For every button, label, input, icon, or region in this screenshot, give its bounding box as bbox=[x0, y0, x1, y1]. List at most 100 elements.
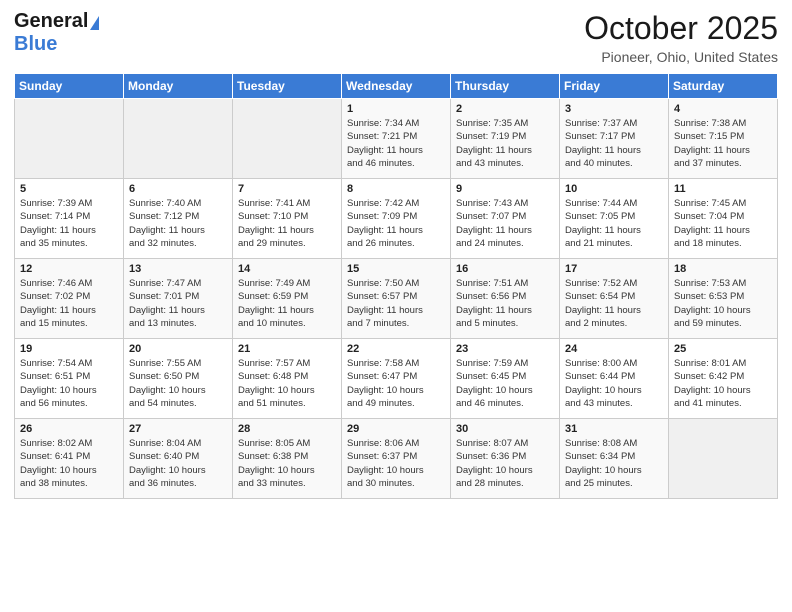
day-number: 22 bbox=[347, 343, 445, 355]
table-row: 5Sunrise: 7:39 AM Sunset: 7:14 PM Daylig… bbox=[15, 179, 124, 259]
col-friday: Friday bbox=[560, 74, 669, 99]
table-row: 18Sunrise: 7:53 AM Sunset: 6:53 PM Dayli… bbox=[669, 259, 778, 339]
day-number: 30 bbox=[456, 423, 554, 435]
day-number: 14 bbox=[238, 263, 336, 275]
calendar-table: Sunday Monday Tuesday Wednesday Thursday… bbox=[14, 73, 778, 499]
day-number: 24 bbox=[565, 343, 663, 355]
table-row bbox=[669, 419, 778, 499]
logo: General Blue bbox=[14, 10, 99, 56]
page-header: General Blue October 2025 Pioneer, Ohio,… bbox=[14, 10, 778, 65]
day-number: 31 bbox=[565, 423, 663, 435]
day-number: 8 bbox=[347, 183, 445, 195]
col-sunday: Sunday bbox=[15, 74, 124, 99]
day-info: Sunrise: 7:53 AM Sunset: 6:53 PM Dayligh… bbox=[674, 277, 772, 330]
table-row: 6Sunrise: 7:40 AM Sunset: 7:12 PM Daylig… bbox=[124, 179, 233, 259]
table-row: 9 Sunrise: 7:43 AM Sunset: 7:07 PM Daylig… bbox=[451, 179, 560, 259]
day-number: 29 bbox=[347, 423, 445, 435]
title-block: October 2025 Pioneer, Ohio, United State… bbox=[584, 10, 778, 65]
day-number: 3 bbox=[565, 103, 663, 115]
day-number: 16 bbox=[456, 263, 554, 275]
col-tuesday: Tuesday bbox=[233, 74, 342, 99]
day-info: Sunrise: 8:02 AM Sunset: 6:41 PM Dayligh… bbox=[20, 437, 118, 490]
table-row: 26 Sunrise: 8:02 AM Sunset: 6:41 PM Dayli… bbox=[15, 419, 124, 499]
day-number: 11 bbox=[674, 183, 772, 195]
logo-arrow-icon bbox=[90, 16, 99, 30]
day-number: 28 bbox=[238, 423, 336, 435]
table-row: 13 Sunrise: 7:47 AM Sunset: 7:01 PM Dayli… bbox=[124, 259, 233, 339]
day-info: Sunrise: 7:38 AM Sunset: 7:15 PM Dayligh… bbox=[674, 117, 772, 170]
day-number: 1 bbox=[347, 103, 445, 115]
table-row: 1 Sunrise: 7:34 AM Sunset: 7:21 PM Daylig… bbox=[342, 99, 451, 179]
day-info: Sunrise: 7:45 AM Sunset: 7:04 PM Dayligh… bbox=[674, 197, 772, 250]
logo-text-general: General bbox=[14, 10, 88, 33]
table-row: 2Sunrise: 7:35 AM Sunset: 7:19 PM Daylig… bbox=[451, 99, 560, 179]
table-row: 15 Sunrise: 7:50 AM Sunset: 6:57 PM Dayli… bbox=[342, 259, 451, 339]
day-info: Sunrise: 7:58 AM Sunset: 6:47 PM Dayligh… bbox=[347, 357, 445, 410]
table-row bbox=[233, 99, 342, 179]
day-number: 26 bbox=[20, 423, 118, 435]
day-info: Sunrise: 7:55 AM Sunset: 6:50 PM Dayligh… bbox=[129, 357, 227, 410]
calendar-header: Sunday Monday Tuesday Wednesday Thursday… bbox=[15, 74, 778, 99]
day-number: 9 bbox=[456, 183, 554, 195]
logo-text-blue: Blue bbox=[14, 33, 57, 55]
day-number: 6 bbox=[129, 183, 227, 195]
day-number: 19 bbox=[20, 343, 118, 355]
day-info: Sunrise: 7:46 AM Sunset: 7:02 PM Dayligh… bbox=[20, 277, 118, 330]
day-info: Sunrise: 8:05 AM Sunset: 6:38 PM Dayligh… bbox=[238, 437, 336, 490]
table-row: 23Sunrise: 7:59 AM Sunset: 6:45 PM Dayli… bbox=[451, 339, 560, 419]
table-row: 22 Sunrise: 7:58 AM Sunset: 6:47 PM Dayli… bbox=[342, 339, 451, 419]
day-info: Sunrise: 8:00 AM Sunset: 6:44 PM Dayligh… bbox=[565, 357, 663, 410]
table-row: 3 Sunrise: 7:37 AM Sunset: 7:17 PM Daylig… bbox=[560, 99, 669, 179]
day-number: 23 bbox=[456, 343, 554, 355]
table-row bbox=[15, 99, 124, 179]
table-row bbox=[124, 99, 233, 179]
day-number: 4 bbox=[674, 103, 772, 115]
day-info: Sunrise: 7:39 AM Sunset: 7:14 PM Dayligh… bbox=[20, 197, 118, 250]
col-thursday: Thursday bbox=[451, 74, 560, 99]
day-number: 25 bbox=[674, 343, 772, 355]
day-number: 17 bbox=[565, 263, 663, 275]
day-info: Sunrise: 7:52 AM Sunset: 6:54 PM Dayligh… bbox=[565, 277, 663, 330]
day-number: 10 bbox=[565, 183, 663, 195]
day-info: Sunrise: 8:04 AM Sunset: 6:40 PM Dayligh… bbox=[129, 437, 227, 490]
table-row: 24 Sunrise: 8:00 AM Sunset: 6:44 PM Dayli… bbox=[560, 339, 669, 419]
day-info: Sunrise: 7:50 AM Sunset: 6:57 PM Dayligh… bbox=[347, 277, 445, 330]
day-info: Sunrise: 7:35 AM Sunset: 7:19 PM Dayligh… bbox=[456, 117, 554, 170]
day-info: Sunrise: 7:43 AM Sunset: 7:07 PM Dayligh… bbox=[456, 197, 554, 250]
table-row: 30 Sunrise: 8:07 AM Sunset: 6:36 PM Dayli… bbox=[451, 419, 560, 499]
table-row: 12 Sunrise: 7:46 AM Sunset: 7:02 PM Dayli… bbox=[15, 259, 124, 339]
table-row: 17 Sunrise: 7:52 AM Sunset: 6:54 PM Dayli… bbox=[560, 259, 669, 339]
day-number: 12 bbox=[20, 263, 118, 275]
day-info: Sunrise: 7:34 AM Sunset: 7:21 PM Dayligh… bbox=[347, 117, 445, 170]
day-info: Sunrise: 7:51 AM Sunset: 6:56 PM Dayligh… bbox=[456, 277, 554, 330]
table-row: 4 Sunrise: 7:38 AM Sunset: 7:15 PM Daylig… bbox=[669, 99, 778, 179]
table-row: 21Sunrise: 7:57 AM Sunset: 6:48 PM Dayli… bbox=[233, 339, 342, 419]
table-row: 31 Sunrise: 8:08 AM Sunset: 6:34 PM Dayli… bbox=[560, 419, 669, 499]
calendar-body: 1 Sunrise: 7:34 AM Sunset: 7:21 PM Daylig… bbox=[15, 99, 778, 499]
day-number: 20 bbox=[129, 343, 227, 355]
day-info: Sunrise: 7:44 AM Sunset: 7:05 PM Dayligh… bbox=[565, 197, 663, 250]
day-number: 21 bbox=[238, 343, 336, 355]
page-title: October 2025 bbox=[584, 10, 778, 47]
table-row: 27Sunrise: 8:04 AM Sunset: 6:40 PM Dayli… bbox=[124, 419, 233, 499]
table-row: 16 Sunrise: 7:51 AM Sunset: 6:56 PM Dayli… bbox=[451, 259, 560, 339]
table-row: 25 Sunrise: 8:01 AM Sunset: 6:42 PM Dayli… bbox=[669, 339, 778, 419]
col-monday: Monday bbox=[124, 74, 233, 99]
day-number: 13 bbox=[129, 263, 227, 275]
day-number: 15 bbox=[347, 263, 445, 275]
day-info: Sunrise: 8:08 AM Sunset: 6:34 PM Dayligh… bbox=[565, 437, 663, 490]
day-number: 7 bbox=[238, 183, 336, 195]
table-row: 28 Sunrise: 8:05 AM Sunset: 6:38 PM Dayli… bbox=[233, 419, 342, 499]
day-info: Sunrise: 7:37 AM Sunset: 7:17 PM Dayligh… bbox=[565, 117, 663, 170]
table-row: 8 Sunrise: 7:42 AM Sunset: 7:09 PM Daylig… bbox=[342, 179, 451, 259]
day-info: Sunrise: 8:01 AM Sunset: 6:42 PM Dayligh… bbox=[674, 357, 772, 410]
day-info: Sunrise: 7:47 AM Sunset: 7:01 PM Dayligh… bbox=[129, 277, 227, 330]
page-subtitle: Pioneer, Ohio, United States bbox=[584, 49, 778, 65]
day-info: Sunrise: 8:07 AM Sunset: 6:36 PM Dayligh… bbox=[456, 437, 554, 490]
table-row: 14Sunrise: 7:49 AM Sunset: 6:59 PM Dayli… bbox=[233, 259, 342, 339]
day-info: Sunrise: 7:42 AM Sunset: 7:09 PM Dayligh… bbox=[347, 197, 445, 250]
table-row: 20 Sunrise: 7:55 AM Sunset: 6:50 PM Dayli… bbox=[124, 339, 233, 419]
table-row: 10 Sunrise: 7:44 AM Sunset: 7:05 PM Dayli… bbox=[560, 179, 669, 259]
col-wednesday: Wednesday bbox=[342, 74, 451, 99]
day-info: Sunrise: 7:54 AM Sunset: 6:51 PM Dayligh… bbox=[20, 357, 118, 410]
